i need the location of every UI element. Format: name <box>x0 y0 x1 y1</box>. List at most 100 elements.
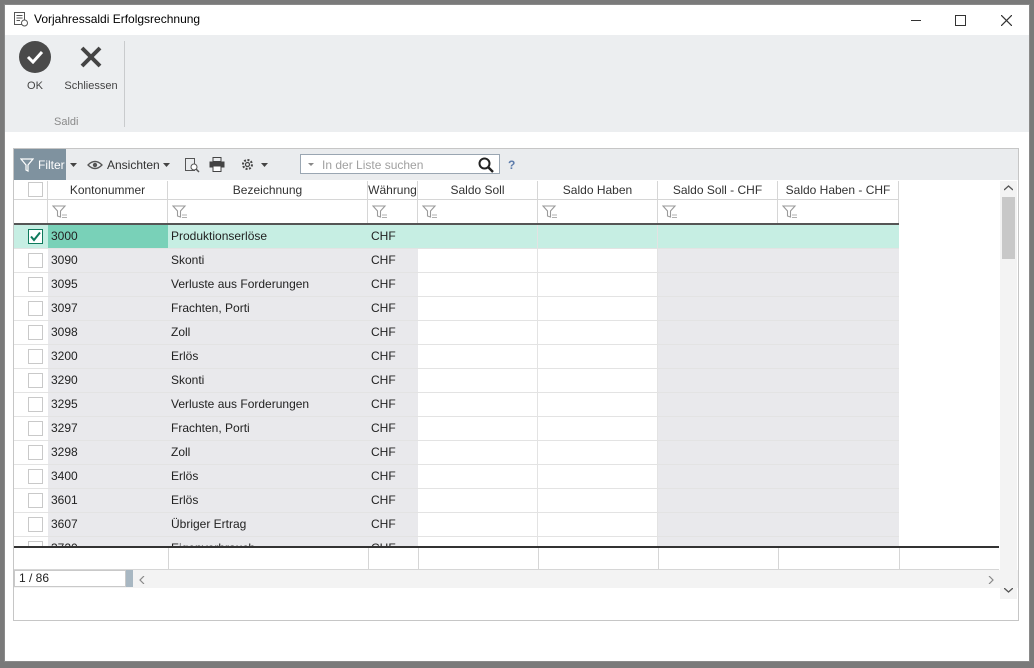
table-row[interactable]: 3000 Produktionserlöse CHF <box>14 225 899 249</box>
column-filter-cell[interactable] <box>368 200 418 223</box>
filter-funnel-icon[interactable] <box>542 205 558 219</box>
cell-saldo-soll-chf[interactable] <box>658 249 778 273</box>
cell-saldo-haben-chf[interactable] <box>778 513 899 537</box>
filter-funnel-icon[interactable] <box>52 205 68 219</box>
cell-saldo-haben-chf[interactable] <box>778 321 899 345</box>
help-button[interactable]: ? <box>508 149 515 180</box>
cell-saldo-soll-chf[interactable] <box>658 441 778 465</box>
cell-saldo-soll[interactable] <box>418 441 538 465</box>
row-checkbox[interactable] <box>28 445 43 460</box>
cell-saldo-haben-chf[interactable] <box>778 249 899 273</box>
scroll-left-icon[interactable] <box>139 576 145 584</box>
table-row[interactable]: 3607 Übriger Ertrag CHF <box>14 513 899 537</box>
cell-saldo-soll-chf[interactable] <box>658 537 778 546</box>
cell-saldo-haben[interactable] <box>538 489 658 513</box>
row-checkbox[interactable] <box>28 493 43 508</box>
column-filter-cell[interactable] <box>418 200 538 223</box>
cell-saldo-haben[interactable] <box>538 465 658 489</box>
cell-saldo-soll[interactable] <box>418 249 538 273</box>
table-row[interactable]: 3295 Verluste aus Forderungen CHF <box>14 393 899 417</box>
header-waehrung[interactable]: Währung <box>368 181 418 200</box>
ok-button[interactable]: OK <box>18 41 52 92</box>
cell-saldo-haben[interactable] <box>538 441 658 465</box>
cell-saldo-soll[interactable] <box>418 537 538 546</box>
cell-saldo-soll[interactable] <box>418 465 538 489</box>
cell-saldo-haben[interactable] <box>538 273 658 297</box>
cell-saldo-soll[interactable] <box>418 369 538 393</box>
table-row[interactable]: 3200 Erlös CHF <box>14 345 899 369</box>
cell-saldo-haben-chf[interactable] <box>778 489 899 513</box>
table-row[interactable]: 3720EigenverbrauchCHF <box>14 537 899 546</box>
table-row[interactable]: 3297 Frachten, Porti CHF <box>14 417 899 441</box>
close-window-button[interactable] <box>983 5 1029 35</box>
select-all-checkbox[interactable] <box>28 182 43 197</box>
cell-saldo-haben-chf[interactable] <box>778 465 899 489</box>
cell-saldo-soll[interactable] <box>418 417 538 441</box>
print-preview-button[interactable] <box>184 149 200 180</box>
cell-saldo-haben-chf[interactable] <box>778 393 899 417</box>
table-row[interactable]: 3090 Skonti CHF <box>14 249 899 273</box>
row-checkbox[interactable] <box>28 277 43 292</box>
column-filter-cell[interactable] <box>778 200 899 223</box>
filter-button[interactable]: Filter <box>14 149 66 180</box>
header-saldo-soll[interactable]: Saldo Soll <box>418 181 538 200</box>
cell-saldo-haben[interactable] <box>538 513 658 537</box>
cell-saldo-soll[interactable] <box>418 297 538 321</box>
header-saldo-haben[interactable]: Saldo Haben <box>538 181 658 200</box>
cell-saldo-haben-chf[interactable] <box>778 537 899 546</box>
cell-saldo-soll-chf[interactable] <box>658 393 778 417</box>
cell-saldo-soll[interactable] <box>418 513 538 537</box>
row-checkbox[interactable] <box>28 253 43 268</box>
filter-funnel-icon[interactable] <box>172 205 188 219</box>
print-button[interactable] <box>209 149 225 180</box>
header-kontonummer[interactable]: Kontonummer <box>48 181 168 200</box>
scroll-up-icon[interactable] <box>1004 185 1013 191</box>
column-filter-cell[interactable] <box>48 200 168 223</box>
row-checkbox[interactable] <box>28 469 43 484</box>
row-checkbox[interactable] <box>28 229 43 244</box>
cell-saldo-soll-chf[interactable] <box>658 273 778 297</box>
views-button[interactable]: Ansichten <box>87 149 160 180</box>
vertical-scroll-thumb[interactable] <box>1002 197 1015 259</box>
cell-saldo-haben[interactable] <box>538 249 658 273</box>
row-checkbox[interactable] <box>28 349 43 364</box>
cell-saldo-soll-chf[interactable] <box>658 225 778 249</box>
row-checkbox[interactable] <box>28 373 43 388</box>
cell-saldo-haben-chf[interactable] <box>778 273 899 297</box>
row-checkbox[interactable] <box>28 421 43 436</box>
cell-saldo-haben-chf[interactable] <box>778 417 899 441</box>
settings-button[interactable] <box>240 149 255 180</box>
header-saldo-soll-chf[interactable]: Saldo Soll - CHF <box>658 181 778 200</box>
cell-saldo-haben-chf[interactable] <box>778 345 899 369</box>
cell-saldo-soll[interactable] <box>418 321 538 345</box>
cell-saldo-haben-chf[interactable] <box>778 369 899 393</box>
cell-saldo-haben[interactable] <box>538 321 658 345</box>
column-filter-cell[interactable] <box>658 200 778 223</box>
cell-saldo-soll[interactable] <box>418 393 538 417</box>
table-row[interactable]: 3290 Skonti CHF <box>14 369 899 393</box>
table-row[interactable]: 3098 Zoll CHF <box>14 321 899 345</box>
table-row[interactable]: 3097 Frachten, Porti CHF <box>14 297 899 321</box>
settings-dropdown-button[interactable] <box>261 149 268 180</box>
cell-saldo-haben-chf[interactable] <box>778 297 899 321</box>
search-dropdown-icon[interactable] <box>308 163 314 166</box>
filter-funnel-icon[interactable] <box>422 205 438 219</box>
cell-saldo-haben[interactable] <box>538 369 658 393</box>
filter-dropdown-button[interactable] <box>70 149 77 180</box>
maximize-button[interactable] <box>937 5 983 35</box>
cell-saldo-soll-chf[interactable] <box>658 369 778 393</box>
cell-saldo-haben-chf[interactable] <box>778 441 899 465</box>
cell-saldo-soll[interactable] <box>418 225 538 249</box>
cell-saldo-haben-chf[interactable] <box>778 225 899 249</box>
filter-funnel-icon[interactable] <box>662 205 678 219</box>
filter-funnel-icon[interactable] <box>782 205 798 219</box>
row-checkbox[interactable] <box>28 301 43 316</box>
cell-saldo-soll[interactable] <box>418 273 538 297</box>
cell-saldo-soll-chf[interactable] <box>658 489 778 513</box>
cell-saldo-haben[interactable] <box>538 393 658 417</box>
vertical-scrollbar[interactable] <box>1000 181 1017 599</box>
cell-saldo-soll-chf[interactable] <box>658 417 778 441</box>
table-row[interactable]: 3601 Erlös CHF <box>14 489 899 513</box>
filter-funnel-icon[interactable] <box>372 205 388 219</box>
search-icon[interactable] <box>478 157 494 173</box>
